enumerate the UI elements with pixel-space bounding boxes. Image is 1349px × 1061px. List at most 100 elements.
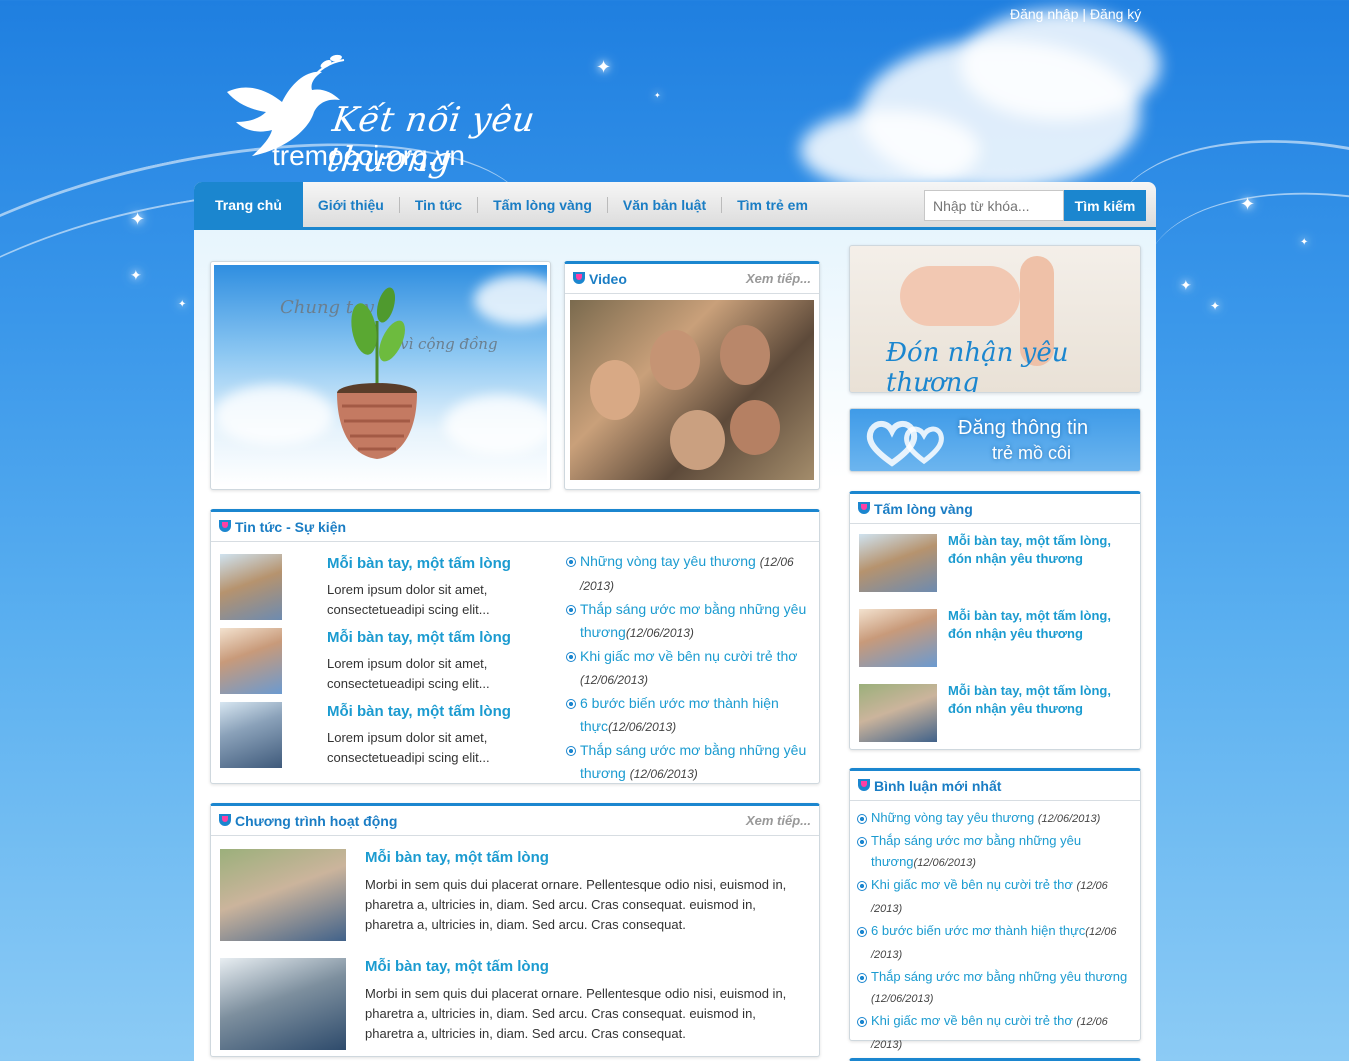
nav-item-golden-hearts[interactable]: Tấm lòng vàng — [477, 182, 607, 227]
login-link[interactable]: Đăng nhập — [1010, 6, 1079, 22]
sparkle-icon: ✦ — [178, 299, 187, 310]
news-item-title[interactable]: Mỗi bàn tay, một tấm lòng — [327, 703, 511, 720]
nav-item-news[interactable]: Tin tức — [398, 182, 477, 227]
list-item[interactable]: Những vòng tay yêu thương (12/06 /2013) — [566, 550, 811, 598]
program-item-title[interactable]: Mỗi bàn tay, một tấm lòng — [365, 849, 549, 866]
news-item-title[interactable]: Mỗi bàn tay, một tấm lòng — [327, 555, 511, 572]
search-form: Tìm kiếm — [924, 190, 1146, 221]
nav-link[interactable]: Trang chủ — [200, 197, 297, 213]
golden-heart-thumbnail[interactable] — [857, 607, 939, 669]
logo-domain: tremocoi.org.vn — [272, 140, 465, 171]
featured-banner[interactable]: Chung tay vì cộng đồng — [210, 261, 551, 490]
comments-list: Những vòng tay yêu thương (12/06/2013) T… — [857, 807, 1135, 1056]
programs-box: Chương trình hoạt động Xem tiếp... Mỗi b… — [210, 803, 820, 1057]
shield-icon — [219, 519, 231, 534]
shield-icon — [573, 271, 585, 286]
search-input[interactable] — [924, 190, 1064, 221]
list-item[interactable]: Thắp sáng ước mơ bằng những yêu thương (… — [566, 739, 811, 786]
list-item[interactable]: Khi giấc mơ về bên nụ cười trẻ thơ (12/0… — [566, 645, 811, 692]
golden-hearts-title: Tấm lòng vàng — [874, 500, 973, 517]
program-item-desc: Morbi in sem quis dui placerat ornare. P… — [365, 986, 787, 1041]
cloud-hearts-icon — [866, 421, 944, 467]
golden-hearts-header: Tấm lòng vàng — [850, 494, 1140, 524]
search-button[interactable]: Tìm kiếm — [1064, 190, 1146, 221]
nav-link[interactable]: Giới thiệu — [303, 197, 399, 213]
sparkle-icon: ✦ — [1300, 237, 1309, 248]
list-item[interactable]: Những vòng tay yêu thương (12/06/2013) — [857, 807, 1135, 830]
nav-link[interactable]: Văn bản luật — [606, 196, 721, 213]
list-item[interactable]: Thắp sáng ước mơ bằng những yêu thương(1… — [857, 830, 1135, 874]
program-thumbnail[interactable] — [218, 956, 348, 1052]
main-content: Chung tay vì cộng đồng Video Xem tiếp... — [194, 230, 1156, 1061]
list-item[interactable]: Khi giấc mơ về bên nụ cười trẻ thơ (12/0… — [857, 1010, 1135, 1056]
video-more-link[interactable]: Xem tiếp... — [746, 271, 811, 286]
news-item-desc: Lorem ipsum dolor sit amet, consectetuea… — [327, 730, 490, 765]
background-cloud — [800, 110, 980, 190]
welcome-love-text: Đón nhận yêu thương — [886, 338, 1069, 393]
news-link-text[interactable]: Khi giấc mơ về bên nụ cười trẻ thơ — [580, 648, 797, 664]
golden-heart-item[interactable]: Mỗi bàn tay, một tấm lòng, đón nhận yêu … — [948, 532, 1133, 568]
nav-item-about[interactable]: Giới thiệu — [303, 182, 399, 227]
background-cloud — [960, 10, 1160, 120]
nav-link[interactable]: Tìm trẻ em — [721, 196, 823, 213]
list-item[interactable]: Khi giấc mơ về bên nụ cười trẻ thơ (12/0… — [857, 874, 1135, 920]
account-links: Đăng nhập | Đăng ký — [1010, 6, 1141, 22]
news-header: Tin tức - Sự kiện — [211, 512, 819, 542]
news-link-list: Những vòng tay yêu thương (12/06 /2013) … — [566, 550, 811, 786]
list-item[interactable]: 6 bước biến ước mơ thành hiện thực(12/06… — [857, 920, 1135, 966]
nav-link[interactable]: Tấm lòng vàng — [477, 196, 607, 213]
golden-hearts-box: Tấm lòng vàng Mỗi bàn tay, một tấm lòng,… — [849, 491, 1141, 750]
nav-item-home[interactable]: Trang chủ — [194, 182, 303, 227]
comment-text[interactable]: Những vòng tay yêu thương — [871, 810, 1034, 825]
programs-more-link[interactable]: Xem tiếp... — [746, 813, 811, 828]
nav-item-legal-documents[interactable]: Văn bản luật — [606, 182, 721, 227]
news-link-text[interactable]: Những vòng tay yêu thương — [580, 553, 756, 569]
program-item-title[interactable]: Mỗi bàn tay, một tấm lòng — [365, 958, 549, 975]
video-thumbnail[interactable] — [570, 300, 814, 480]
video-box: Video Xem tiếp... — [564, 261, 820, 490]
shield-icon — [858, 778, 870, 793]
list-item[interactable]: Thắp sáng ước mơ bằng những yêu thương (… — [857, 966, 1135, 1010]
comment-text[interactable]: Thắp sáng ước mơ bằng những yêu thương — [871, 833, 1081, 869]
banner-image: Chung tay vì cộng đồng — [214, 265, 547, 486]
sparkle-icon: ✦ — [654, 91, 661, 100]
program-thumbnail[interactable] — [218, 847, 348, 943]
golden-heart-item[interactable]: Mỗi bàn tay, một tấm lòng, đón nhận yêu … — [948, 682, 1133, 718]
comments-header: Bình luận mới nhất — [850, 771, 1140, 801]
main-navigation: Trang chủ Giới thiệu Tin tức Tấm lòng và… — [194, 182, 1156, 230]
news-link-date: (12/06/2013) — [608, 720, 677, 734]
comment-text[interactable]: Khi giấc mơ về bên nụ cười trẻ thơ — [871, 877, 1073, 892]
news-title: Tin tức - Sự kiện — [235, 518, 347, 535]
comment-text[interactable]: 6 bước biến ước mơ thành hiện thực — [871, 923, 1085, 938]
register-link[interactable]: Đăng ký — [1090, 6, 1141, 22]
programs-title: Chương trình hoạt động — [235, 812, 398, 829]
sparkle-icon: ✦ — [1210, 299, 1221, 313]
sparkle-icon: ✦ — [1240, 194, 1256, 214]
news-thumbnail[interactable] — [218, 700, 284, 770]
comment-date: (12/06/2013) — [913, 857, 976, 869]
link-separator: | — [1082, 6, 1087, 22]
news-item-desc: Lorem ipsum dolor sit amet, consectetuea… — [327, 656, 490, 691]
post-info-line1: Đăng thông tin — [958, 417, 1089, 439]
nav-item-find-children[interactable]: Tìm trẻ em — [721, 182, 823, 227]
comment-date: (12/06/2013) — [1037, 813, 1101, 825]
news-thumbnail[interactable] — [218, 552, 284, 622]
comment-text[interactable]: Thắp sáng ước mơ bằng những yêu thương — [871, 969, 1127, 984]
video-header: Video Xem tiếp... — [565, 264, 819, 294]
nav-link[interactable]: Tin tức — [398, 196, 477, 213]
site-logo[interactable]: Kết nối yêu thương tremocoi.org.vn — [222, 52, 622, 180]
comments-title: Bình luận mới nhất — [874, 777, 1002, 794]
news-thumbnail[interactable] — [218, 626, 284, 696]
news-item-title[interactable]: Mỗi bàn tay, một tấm lòng — [327, 629, 511, 646]
shield-icon — [219, 813, 231, 828]
shield-icon — [858, 501, 870, 516]
post-orphan-info-banner[interactable]: Đăng thông tin trẻ mồ côi — [849, 408, 1141, 472]
list-item[interactable]: Thắp sáng ước mơ bằng những yêu thương(1… — [566, 598, 811, 645]
comment-text[interactable]: Khi giấc mơ về bên nụ cười trẻ thơ — [871, 1013, 1073, 1028]
welcome-love-banner[interactable]: Đón nhận yêu thương — [849, 245, 1141, 393]
golden-heart-thumbnail[interactable] — [857, 532, 939, 594]
list-item[interactable]: 6 bước biến ước mơ thành hiện thực(12/06… — [566, 692, 811, 739]
latest-comments-box: Bình luận mới nhất Những vòng tay yêu th… — [849, 768, 1141, 1051]
golden-heart-item[interactable]: Mỗi bàn tay, một tấm lòng, đón nhận yêu … — [948, 607, 1133, 643]
golden-heart-thumbnail[interactable] — [857, 682, 939, 744]
